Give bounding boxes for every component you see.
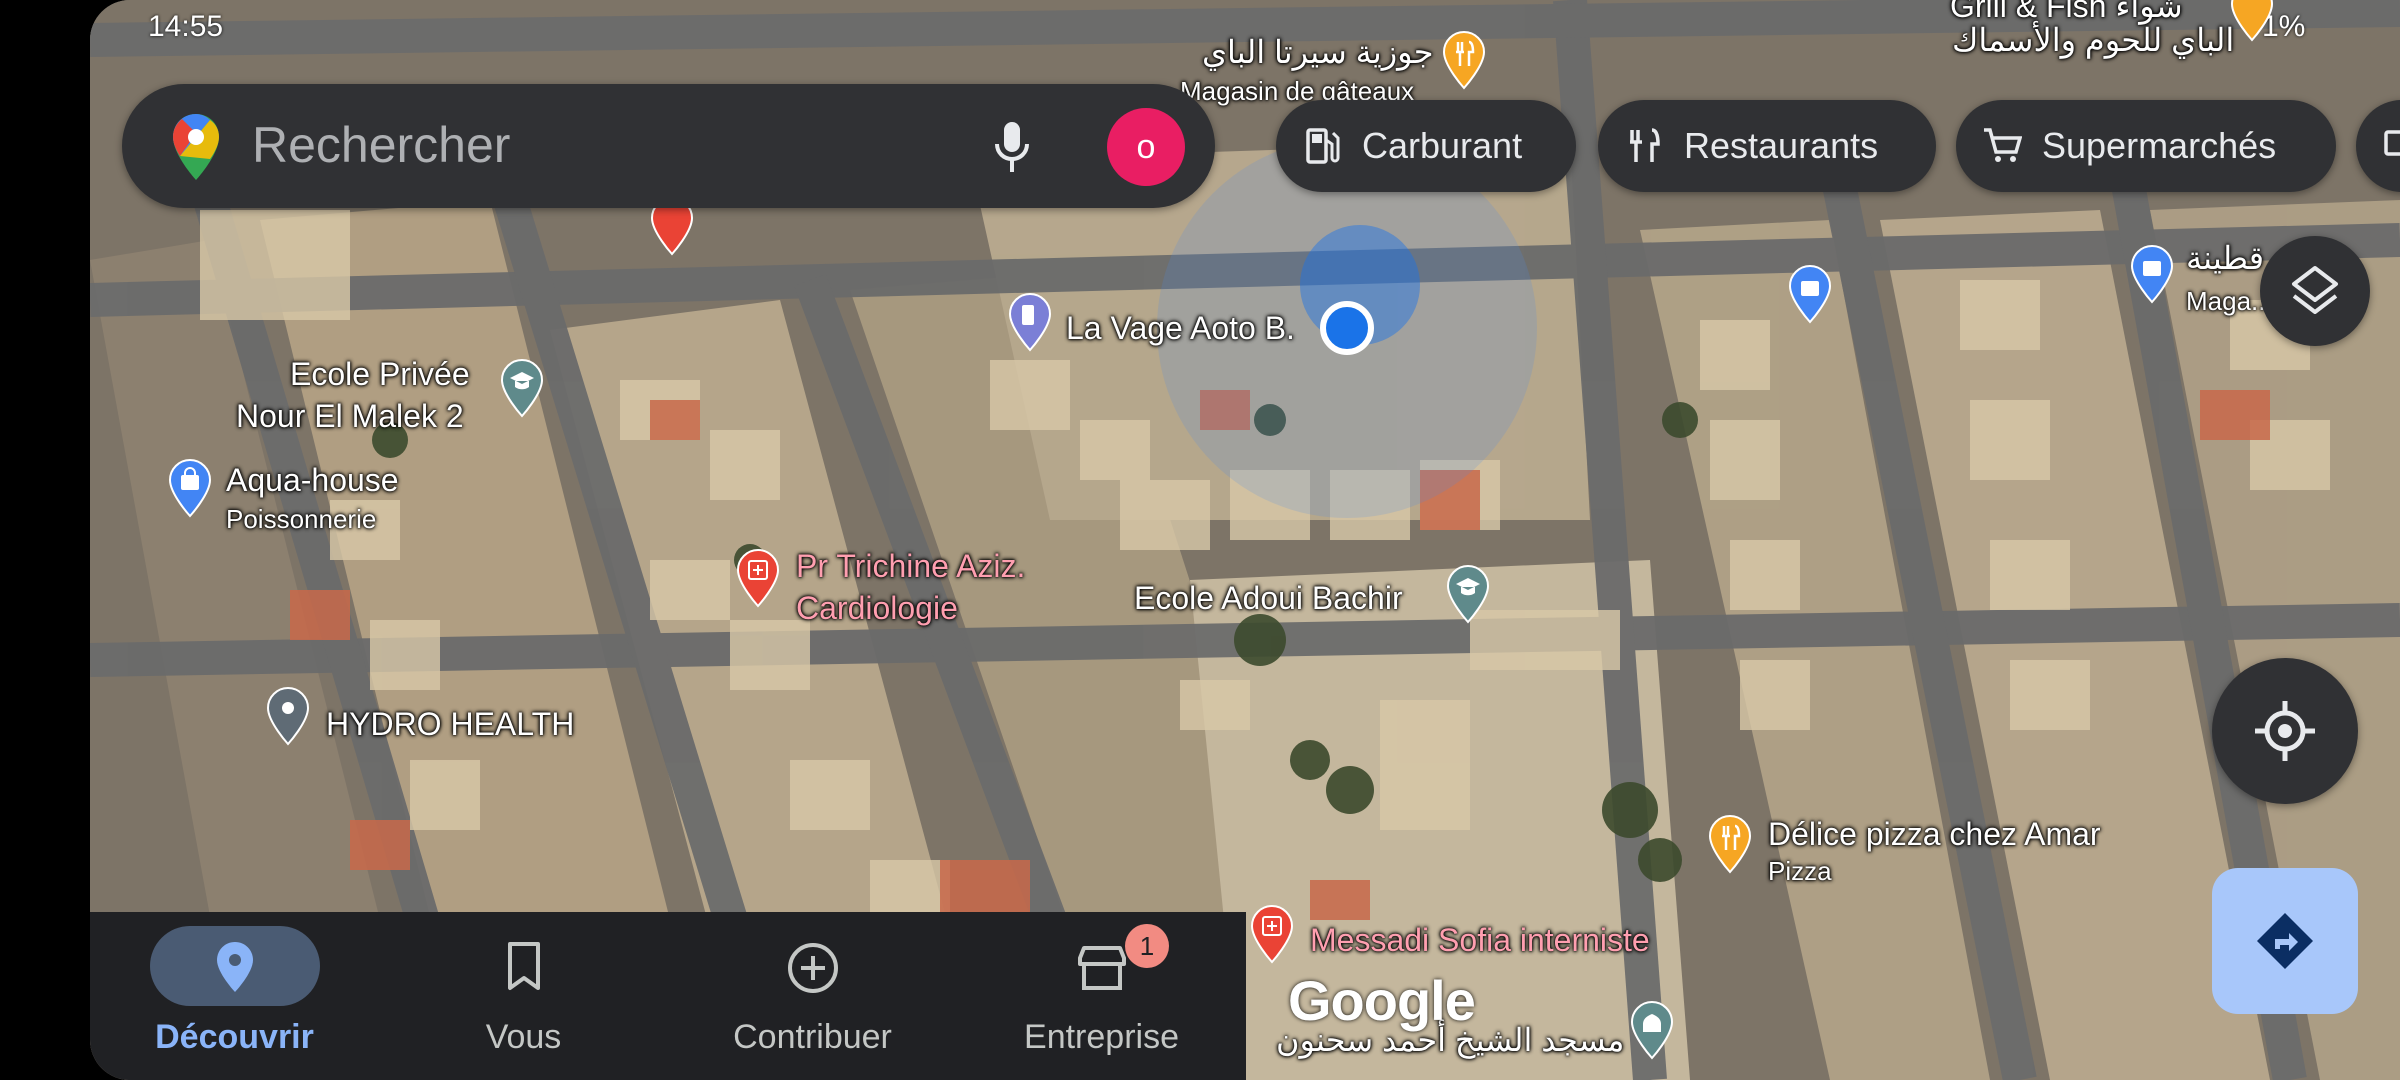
poi-top-restaurant-name[interactable]: جوزية سيرتا الباي xyxy=(1202,34,1433,70)
nav-entreprise-label: Entreprise xyxy=(1024,1018,1179,1056)
fuel-pin-icon[interactable] xyxy=(1008,292,1052,352)
school-pin-icon[interactable] xyxy=(1446,564,1490,624)
poi-messadi-name[interactable]: Messadi Sofia interniste xyxy=(1310,922,1650,958)
shopping-pin-icon[interactable] xyxy=(1788,264,1832,324)
chip-carburant[interactable]: Carburant xyxy=(1276,100,1576,192)
directions-button[interactable] xyxy=(2212,868,2358,1014)
poi-delice-name[interactable]: Délice pizza chez Amar xyxy=(1768,816,2101,852)
nav-decouvrir-label: Découvrir xyxy=(155,1018,314,1056)
poi-trichine-line1[interactable]: Pr Trichine Aziz. xyxy=(796,548,1025,584)
search-input[interactable]: Rechercher xyxy=(252,116,510,174)
poi-fish-name2[interactable]: الباي للحوم والأسماك xyxy=(1952,22,2234,58)
search-bar[interactable]: Rechercher o xyxy=(122,84,1215,208)
restaurant-icon xyxy=(1630,128,1660,162)
google-watermark: Google xyxy=(1288,969,1476,1032)
restaurant-pin-icon[interactable] xyxy=(1708,814,1752,874)
bookmark-icon xyxy=(508,942,540,990)
nav-contribuer[interactable]: Contribuer xyxy=(668,912,957,1080)
restaurant-pin-icon[interactable] xyxy=(1442,30,1486,90)
shopping-pin-icon[interactable] xyxy=(2130,244,2174,304)
poi-ecole-adoui-name[interactable]: Ecole Adoui Bachir xyxy=(1134,580,1403,616)
nav-contribuer-label: Contribuer xyxy=(733,1018,892,1056)
chip-supermarches-label: Supermarchés xyxy=(2042,125,2277,166)
gas-station-icon xyxy=(1306,128,1340,164)
microphone-icon[interactable] xyxy=(992,120,1032,174)
chip-supermarches[interactable]: Supermarchés xyxy=(1956,100,2336,192)
clinic-pin-icon[interactable] xyxy=(736,548,780,608)
directions-icon xyxy=(2257,913,2313,969)
poi-trichine-line2[interactable]: Cardiologie xyxy=(796,590,958,626)
my-location-dot xyxy=(1320,301,1374,355)
add-circle-icon xyxy=(788,943,838,993)
tv-icon xyxy=(2384,130,2400,156)
store-icon xyxy=(1078,946,1126,990)
poi-la-vage-name[interactable]: La Vage Aoto B. xyxy=(1066,310,1295,346)
chip-carburant-label: Carburant xyxy=(1362,125,1523,166)
school-pin-icon[interactable] xyxy=(500,358,544,418)
layers-button[interactable] xyxy=(2260,236,2370,346)
bottom-navigation: Découvrir Vous Contribuer 1 Entreprise xyxy=(90,912,1246,1080)
pin-icon xyxy=(217,942,253,992)
status-time: 14:55 xyxy=(148,10,224,43)
chip-restaurants[interactable]: Restaurants xyxy=(1598,100,1936,192)
nav-vous[interactable]: Vous xyxy=(379,912,668,1080)
cart-icon xyxy=(1984,128,2022,162)
maps-screen: 14:55 1% جوزية سيرتا الباي Magasin de gâ… xyxy=(90,0,2400,1080)
nav-entreprise[interactable]: 1 Entreprise xyxy=(957,912,1246,1080)
crosshair-icon xyxy=(2255,701,2315,761)
my-location-button[interactable] xyxy=(2212,658,2358,804)
fish-restaurant-pin-icon[interactable] xyxy=(2230,0,2274,42)
layers-icon xyxy=(2292,266,2338,314)
poi-right-store-name[interactable]: قطينة xyxy=(2186,240,2264,276)
nav-decouvrir[interactable]: Découvrir xyxy=(90,912,379,1080)
chip-restaurants-label: Restaurants xyxy=(1684,125,1879,166)
mosque-pin-icon[interactable] xyxy=(1630,1000,1674,1060)
place-pin-icon[interactable] xyxy=(266,686,310,746)
poi-ecole-privee-line2[interactable]: Nour El Malek 2 xyxy=(236,398,464,434)
notification-badge: 1 xyxy=(1125,924,1169,968)
poi-aqua-house-name[interactable]: Aqua-house xyxy=(226,462,399,498)
google-maps-logo-icon xyxy=(173,114,219,180)
clinic-pin-icon[interactable] xyxy=(1250,904,1294,964)
poi-aqua-house-sub[interactable]: Poissonnerie xyxy=(226,504,376,534)
poi-fish-name1[interactable]: Grill & Fish شواء xyxy=(1950,0,2183,24)
poi-hydro-name[interactable]: HYDRO HEALTH xyxy=(326,706,574,742)
account-avatar[interactable]: o xyxy=(1107,108,1185,186)
nav-vous-label: Vous xyxy=(485,1018,562,1056)
poi-ecole-privee-line1[interactable]: Ecole Privée xyxy=(290,356,470,392)
poi-delice-sub[interactable]: Pizza xyxy=(1768,856,1832,886)
shopping-pin-icon[interactable] xyxy=(168,458,212,518)
